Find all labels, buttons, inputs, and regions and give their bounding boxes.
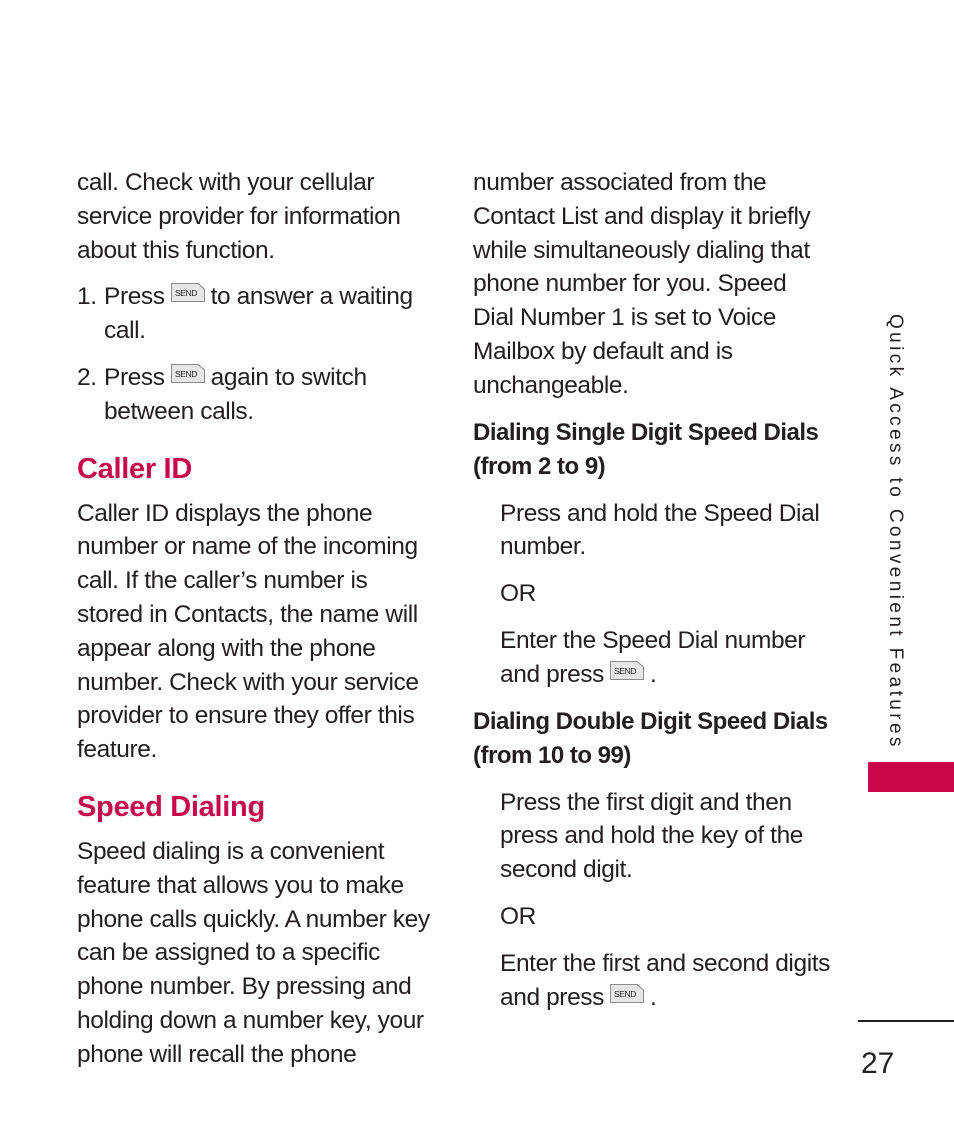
single-digit-step1: Press and hold the Speed Dial number. [500,499,820,561]
speed-dial-continued-paragraph: number associated from the Contact List … [473,169,811,399]
send-key-icon: SEND [610,660,644,680]
footer-divider [858,1020,954,1022]
period: . [650,660,657,688]
step-item: 1. Press SEND to answer a waiting call. [77,280,437,348]
send-key-icon: SEND [170,363,205,383]
svg-text:SEND: SEND [175,369,197,379]
right-column: number associated from the Contact List … [473,166,833,1027]
section-side-tab-label: Quick Access to Convenient Features [885,314,906,750]
single-digit-or: OR [500,580,536,608]
speed-dialing-heading: Speed Dialing [77,790,265,823]
svg-text:SEND: SEND [614,989,636,999]
step-number: 1. [77,283,97,311]
send-key-icon: SEND [170,283,205,303]
left-column: call. Check with your cellular service p… [77,166,437,1085]
caller-id-body: Caller ID displays the phone number or n… [77,499,419,764]
send-key-icon: SEND [610,983,644,1003]
step-item: 2. Press SEND again to switch between call… [77,361,437,429]
double-digit-step1: Press the first digit and then press and… [500,788,804,884]
step-number: 2. [77,363,97,391]
step-text-before: Press [104,283,165,311]
svg-text:SEND: SEND [614,666,636,676]
double-digit-or: OR [500,902,536,930]
double-digit-heading: Dialing Double Digit Speed Dials (from 1… [473,707,828,769]
page-number: 27 [861,1047,895,1080]
speed-dialing-body: Speed dialing is a convenient feature th… [77,837,430,1068]
svg-text:SEND: SEND [175,288,197,298]
caller-id-heading: Caller ID [77,452,192,485]
section-tab-marker [868,762,954,792]
double-digit-step2: Enter the first and second digits and pr… [473,947,833,1015]
double-digit-step2-text: Enter the first and second digits and pr… [500,949,830,1011]
intro-paragraph: call. Check with your cellular service p… [77,169,401,264]
period: . [650,983,657,1011]
single-digit-heading: Dialing Single Digit Speed Dials (from 2… [473,418,819,480]
single-digit-step2: Enter the Speed Dial number and press SEN… [473,624,833,692]
step-text-before: Press [104,363,165,391]
